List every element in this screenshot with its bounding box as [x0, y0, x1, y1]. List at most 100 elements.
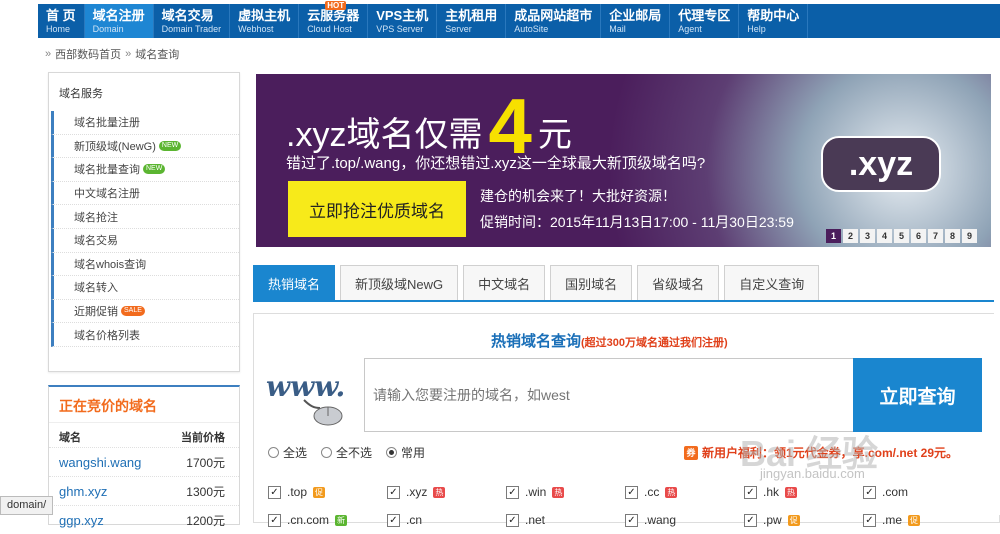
tld-option[interactable]: ✓ .cn — [387, 506, 506, 534]
tld-badge: 促 — [787, 514, 800, 526]
nav-item[interactable]: 虚拟主机 Webhost — [230, 4, 300, 38]
breadcrumb-arrow-icon: » — [125, 48, 132, 60]
radio-circle-selected-icon[interactable] — [386, 447, 398, 458]
nav-item[interactable]: 首 页 Home — [38, 4, 85, 38]
auction-price: 1200元 — [186, 513, 225, 528]
nav-item[interactable]: 帮助中心 Help — [739, 4, 809, 38]
search-panel-title: 热销域名查询(超过300万域名通过我们注册) — [491, 330, 728, 351]
tld-option[interactable]: ✓ .cc 热 — [625, 478, 744, 506]
new-user-promo-text: 新用户福利：领1元代金券，享.com/.net 29元。 — [702, 446, 959, 460]
tld-option[interactable]: ✓ .xyz 热 — [387, 478, 506, 506]
radio-select-none[interactable]: 全不选 — [321, 444, 372, 461]
banner-promo-period: 促销时间：2015年11月13日17:00 - 11月30日23:59 — [480, 214, 794, 230]
tld-option[interactable]: ✓ .top 促 — [268, 478, 387, 506]
tld-option[interactable]: ✓ .win 热 — [506, 478, 625, 506]
sidebar-item[interactable]: 域名抢注 — [51, 205, 239, 229]
sidebar-item[interactable]: 中文域名注册 — [51, 181, 239, 206]
banner-price-number: 4 — [488, 82, 532, 170]
tld-checkbox[interactable]: ✓ — [744, 485, 757, 499]
tld-label: .cn — [406, 513, 423, 527]
nav-item-label: VPS主机 — [376, 8, 429, 23]
tab-domain-type[interactable]: 中文域名 — [463, 265, 546, 300]
nav-item[interactable]: 成品网站超市 AutoSite — [506, 4, 602, 38]
link-status-tooltip: domain/ — [0, 496, 54, 515]
auction-table-header: 域名 当前价格 — [49, 423, 239, 447]
tld-checkbox[interactable]: ✓ — [268, 485, 281, 499]
tld-checkbox[interactable]: ✓ — [387, 485, 400, 499]
radio-select-all[interactable]: 全选 — [268, 444, 307, 461]
sidebar-item[interactable]: 域名价格列表 — [51, 323, 239, 347]
tld-option[interactable]: ✓ .me 促 — [863, 506, 982, 534]
banner-slide-dot[interactable]: 5 — [894, 229, 909, 243]
search-submit-button[interactable]: 立即查询 — [853, 358, 982, 432]
banner-headline-pre: .xyz域名仅需 — [286, 116, 483, 154]
banner-slide-dot[interactable]: 2 — [843, 229, 858, 243]
tab-domain-type[interactable]: 省级域名 — [637, 265, 720, 300]
banner-slide-dot[interactable]: 9 — [962, 229, 977, 243]
sidebar-item[interactable]: 域名批量查询 NEW — [51, 158, 239, 182]
tab-domain-type[interactable]: 自定义查询 — [724, 265, 820, 300]
tld-checkbox[interactable]: ✓ — [625, 513, 638, 527]
nav-item[interactable]: VPS主机 VPS Server — [368, 4, 438, 38]
sidebar-item[interactable]: 新顶级域(NewG) NEW — [51, 134, 239, 159]
auction-domain-link[interactable]: ghm.xyz — [59, 484, 107, 499]
banner-slide-dot[interactable]: 8 — [945, 229, 960, 243]
sidebar-item[interactable]: 域名交易 — [51, 228, 239, 253]
tld-checkbox[interactable]: ✓ — [387, 513, 400, 527]
radio-select-common[interactable]: 常用 — [386, 444, 425, 461]
tld-label: .cc — [644, 485, 660, 499]
tld-checkbox[interactable]: ✓ — [268, 513, 281, 527]
nav-item[interactable]: 主机租用 Server — [437, 4, 507, 38]
domain-search-input[interactable] — [364, 358, 854, 432]
radio-select-common-label: 常用 — [401, 446, 426, 460]
banner-slide-dot[interactable]: 1 — [826, 229, 841, 243]
tld-option[interactable]: ✓ .hk 热 — [744, 478, 863, 506]
auction-col-domain: 域名 — [59, 432, 81, 444]
nav-item[interactable]: 代理专区 Agent — [670, 4, 740, 38]
tld-option[interactable]: ✓ .wang — [625, 506, 744, 534]
nav-item[interactable]: 域名交易 Domain Trader — [154, 4, 231, 38]
auction-row: wangshi.wang 1700元 — [49, 447, 239, 476]
banner-slide-dot[interactable]: 6 — [911, 229, 926, 243]
tld-option[interactable]: ✓ .pw 促 — [744, 506, 863, 534]
tld-checkbox[interactable]: ✓ — [744, 513, 757, 527]
sidebar-item-tag: NEW — [143, 164, 166, 175]
tld-option[interactable]: ✓ .cn.com 新 — [268, 506, 387, 534]
nav-item[interactable]: 企业邮局 Mail — [601, 4, 671, 38]
tld-label: .com — [882, 485, 909, 499]
banner-slide-dot[interactable]: 7 — [928, 229, 943, 243]
sidebar-item-label: 域名交易 — [74, 235, 118, 248]
banner-register-button[interactable]: 立即抢注优质域名 — [288, 181, 466, 237]
tab-domain-type[interactable]: 新顶级域NewG — [340, 265, 459, 300]
sidebar-item[interactable]: 域名whois查询 — [51, 252, 239, 277]
sidebar-item[interactable]: 近期促销 SALE — [51, 299, 239, 324]
tld-checkbox[interactable]: ✓ — [863, 485, 876, 499]
tld-option[interactable]: ✓ .net — [506, 506, 625, 534]
tld-checkbox[interactable]: ✓ — [625, 485, 638, 499]
tab-domain-type[interactable]: 国别域名 — [550, 265, 633, 300]
nav-item[interactable]: 云服务器 Cloud Host HOT — [299, 1, 369, 38]
tld-label: .me — [882, 513, 903, 527]
tld-option[interactable]: ✓ .com — [863, 478, 982, 506]
auction-domain-link[interactable]: wangshi.wang — [59, 455, 141, 470]
tld-checkbox[interactable]: ✓ — [506, 485, 519, 499]
sidebar-item[interactable]: 域名转入 — [51, 276, 239, 300]
breadcrumb-home-link[interactable]: 西部数码首页 — [55, 46, 121, 62]
radio-circle-icon[interactable] — [321, 447, 333, 458]
sidebar-item[interactable]: 域名批量注册 — [51, 111, 239, 135]
nav-item-label: 云服务器 — [307, 8, 360, 23]
promo-banner[interactable]: .xyz域名仅需 4 元 错过了.top/.wang，你还想错过.xyz这一全球… — [256, 74, 991, 247]
banner-slide-dot[interactable]: 3 — [860, 229, 875, 243]
nav-item[interactable]: 域名注册 Domain — [84, 4, 154, 38]
radio-circle-icon[interactable] — [268, 447, 279, 458]
banner-slide-dot[interactable]: 4 — [877, 229, 892, 243]
new-user-promo[interactable]: 券 新用户福利：领1元代金券，享.com/.net 29元。 — [684, 444, 958, 461]
nav-item-sublabel: Agent — [678, 24, 702, 34]
tld-checkbox[interactable]: ✓ — [506, 513, 519, 527]
auction-price: 1700元 — [186, 455, 225, 470]
auction-row: ggp.xyz 1200元 — [49, 505, 239, 534]
tld-badge: 热 — [785, 486, 798, 498]
tab-domain-type[interactable]: 热销域名 — [253, 265, 336, 300]
tld-checkbox[interactable]: ✓ — [863, 513, 876, 527]
sidebar-item-label: 域名whois查询 — [74, 258, 147, 271]
